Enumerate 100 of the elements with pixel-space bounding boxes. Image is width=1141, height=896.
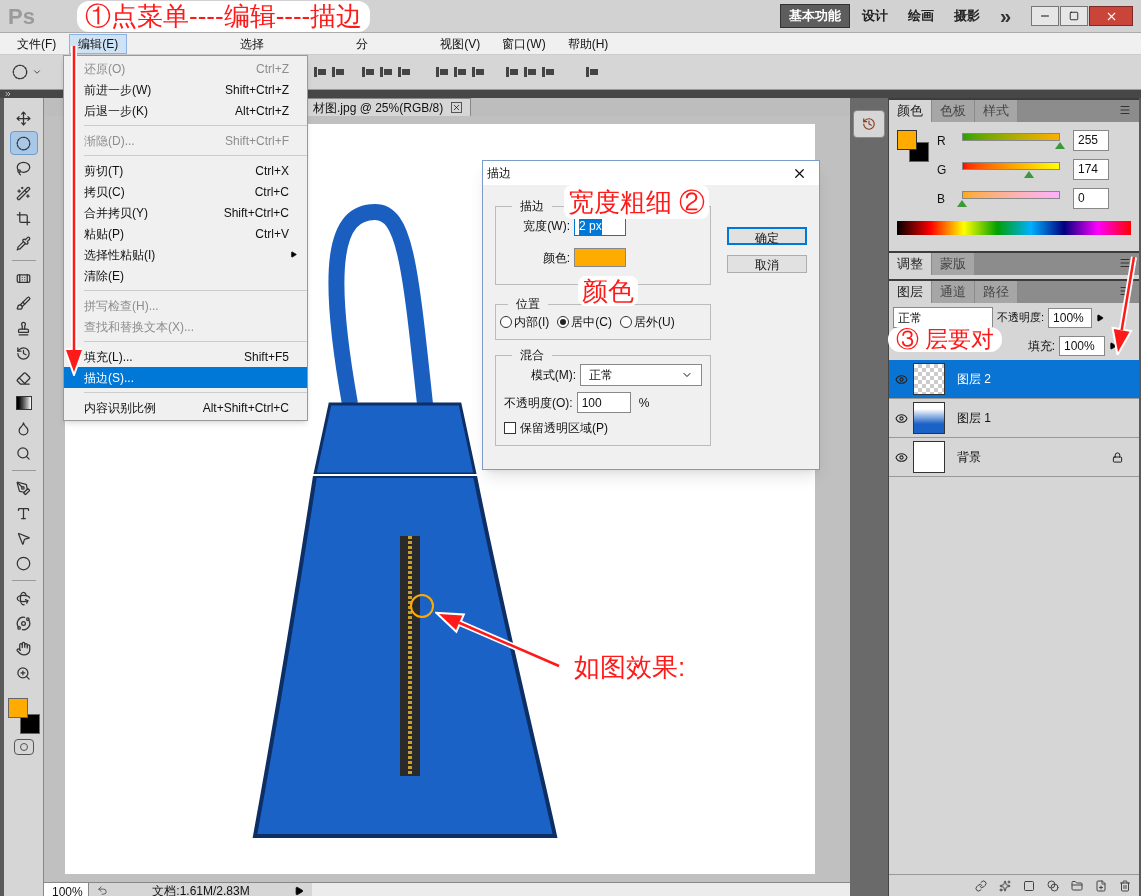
effects-icon[interactable] [999,879,1011,892]
panel-tab[interactable]: 色板 [932,100,975,122]
mask-icon[interactable] [1023,879,1035,892]
link-icon[interactable] [975,879,987,892]
ellipse-marquee-icon[interactable] [9,131,38,155]
panel-tab[interactable]: 调整 [889,253,932,275]
menu-item[interactable]: 视图(V) [431,33,490,54]
menu-item[interactable]: 选择 [231,33,274,54]
fill-label: 填充: [1027,338,1055,355]
menu-entry[interactable]: 拷贝(C) Ctrl+C [64,181,307,202]
history-panel-button[interactable] [853,110,885,138]
radio-option[interactable]: 内部(I) [500,313,550,331]
panel-tab[interactable]: 颜色 [889,100,932,122]
layer-row[interactable]: 背景 [889,438,1139,477]
quick-mask-icon[interactable] [13,739,34,755]
dialog-title: 描边 [487,165,512,182]
new-layer-icon[interactable] [1095,879,1107,892]
menu-entry[interactable]: 后退一步(K) Alt+Ctrl+Z [64,100,307,121]
stroke-marker-icon [410,594,434,618]
opacity-field[interactable]: 100% [1048,307,1093,328]
radio-option[interactable]: 居外(U) [620,313,675,331]
panel-tab[interactable]: 路径 [975,281,1018,303]
menu-item[interactable]: 帮助(H) [558,33,618,54]
channel-value-field[interactable]: 174 [1073,159,1109,180]
menu-entry[interactable]: 清除(E) [64,265,307,286]
menu-entry[interactable]: 前进一步(W) Shift+Ctrl+Z [64,79,307,100]
color-swatch[interactable] [574,248,626,267]
folder-icon[interactable] [1071,879,1083,892]
play-icon[interactable] [1096,313,1105,322]
opacity-field[interactable]: 100 [576,392,631,413]
layer-row[interactable]: 图层 1 [889,399,1139,438]
app-logo: Ps [8,2,36,31]
fill-field[interactable]: 100% [1059,336,1105,356]
layer-thumbnail [913,363,945,395]
layer-name: 背景 [957,449,982,466]
workspace-button[interactable]: 设计 [853,4,896,28]
expand-icon[interactable] [4,90,12,98]
layer-row[interactable]: 图层 2 [889,360,1139,399]
radio-option[interactable]: 居中(C) [557,313,612,331]
maximize-icon [1069,11,1079,21]
close-button[interactable] [1089,6,1133,26]
layer-name: 图层 2 [957,371,992,388]
menu-entry[interactable]: 粘贴(P) Ctrl+V [64,223,307,244]
minimize-button[interactable] [1031,6,1059,26]
annotation-label: 颜色 [578,276,638,306]
more-workspaces-button[interactable]: » [991,6,1019,26]
color-label: 颜色: [542,249,570,267]
menu-entry[interactable]: 填充(L)... Shift+F5 [64,346,307,367]
channel-label: B [937,190,946,208]
panel-menu-icon[interactable] [1119,257,1131,269]
group-label: 描边 [519,198,545,215]
menu-entry[interactable]: 剪切(T) Ctrl+X [64,160,307,181]
panel-tab[interactable]: 通道 [932,281,975,303]
layer-thumbnail [913,441,945,473]
layer-name: 图层 1 [957,410,992,427]
menu-item[interactable]: 分 [347,33,378,54]
submenu-arrow-icon [290,251,297,258]
maximize-button[interactable] [1060,6,1088,26]
visibility-eye-icon[interactable] [894,411,908,425]
annotation-label: ③ 层要对 [888,327,1003,352]
menu-entry[interactable]: 选择性粘贴(I) [64,244,307,265]
menu-item[interactable]: 窗口(W) [493,33,555,54]
dialog-button[interactable]: 取消 [727,255,807,273]
panel-tab[interactable]: 蒙版 [932,253,975,275]
color-swatches-icon[interactable] [7,698,40,734]
workspace-button[interactable]: 绘画 [899,4,942,28]
adjustment-icon[interactable] [1047,879,1059,892]
channel-label: G [937,161,948,179]
ellipse-marquee-icon[interactable] [12,64,28,80]
panel-tab[interactable]: 图层 [889,281,932,303]
menu-item[interactable]: 文件(F) [8,33,66,54]
mode-dropdown[interactable]: 正常 [580,364,702,386]
visibility-eye-icon[interactable] [894,450,908,464]
annotation-label: ①点菜单----编辑----描边 [77,1,371,32]
close-icon[interactable] [451,102,463,113]
opacity-label: 不透明度: [997,310,1045,326]
preserve-checkbox[interactable]: 保留透明区域(P) [504,419,702,437]
play-icon[interactable] [1109,342,1117,350]
history-icon [862,117,876,131]
panel-tab[interactable]: 样式 [975,100,1018,122]
horizontal-scrollbar[interactable] [312,883,850,896]
menu-entry[interactable]: 描边(S)... [64,367,307,388]
menu-item[interactable]: 编辑(E) [69,33,128,54]
play-icon[interactable] [294,885,304,896]
channel-value-field[interactable]: 255 [1073,130,1109,151]
menu-entry[interactable]: 合并拷贝(Y) Shift+Ctrl+C [64,202,307,223]
workspace-button[interactable]: 基本功能 [779,4,850,28]
trash-icon[interactable] [1119,879,1131,892]
zoom-field[interactable]: 100% [44,883,89,896]
layer-thumbnail [913,402,945,434]
fg-bg-swatches-icon[interactable] [897,130,929,162]
color-spectrum[interactable] [897,221,1131,235]
workspace-button[interactable]: 摄影 [945,4,988,28]
blend-mode-dropdown[interactable]: 正常 [893,307,993,328]
dialog-button[interactable]: 确定 [727,227,807,245]
group-label: 位置 [515,296,541,313]
channel-value-field[interactable]: 0 [1073,188,1109,209]
annotation-label: 宽度粗细 ② [564,185,710,219]
width-label: 宽度(W): [523,217,570,235]
menu-entry[interactable]: 内容识别比例 Alt+Shift+Ctrl+C [64,397,307,418]
